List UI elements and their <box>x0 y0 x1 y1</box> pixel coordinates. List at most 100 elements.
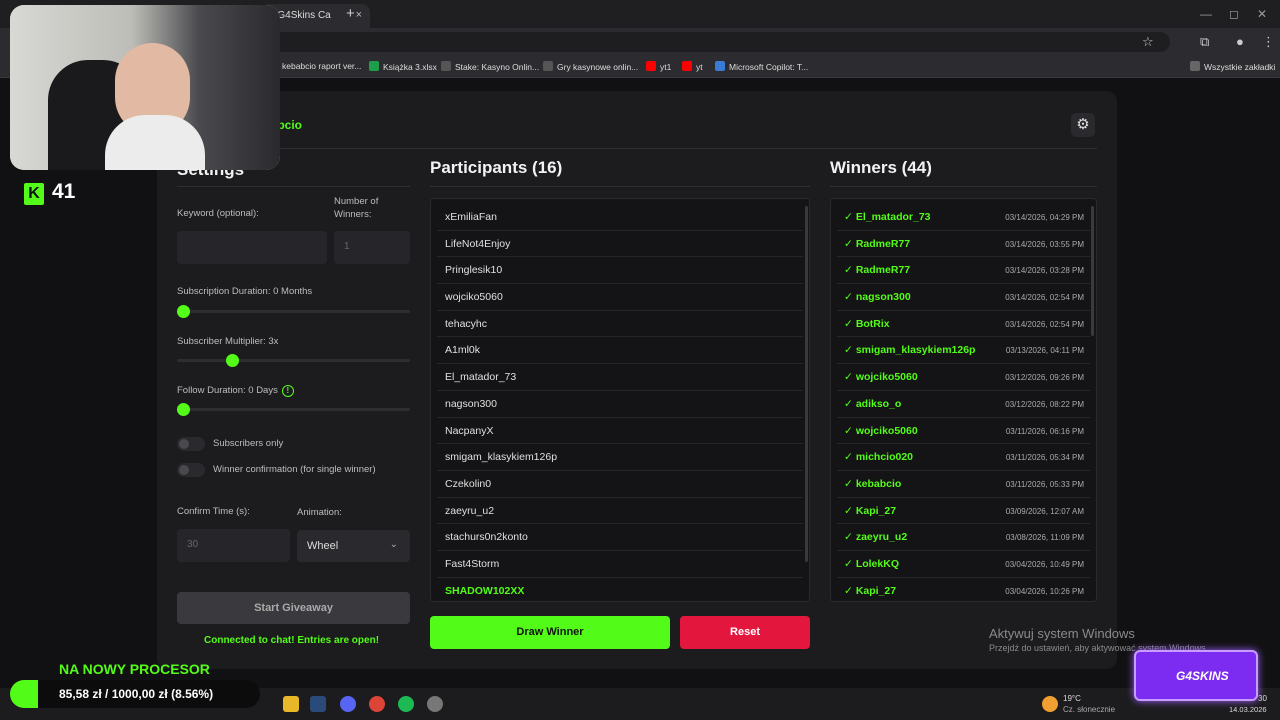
url-field[interactable] <box>270 32 1170 52</box>
winner-row: ✓ RadmeR77 03/14/2026, 03:28 PM <box>837 257 1090 285</box>
winners-scrollbar[interactable] <box>1091 206 1094 336</box>
close-window-icon[interactable]: ✕ <box>1257 7 1267 21</box>
keyword-input[interactable] <box>177 231 327 264</box>
folder-icon <box>1190 61 1200 71</box>
follow-duration-slider[interactable] <box>177 408 410 411</box>
clock-date: 14.03.2026 <box>1229 705 1267 714</box>
obs-icon[interactable] <box>427 696 443 712</box>
winner-name: kebabcio <box>855 477 902 490</box>
maximize-icon[interactable]: ◻ <box>1229 7 1239 21</box>
subscribers-only-toggle[interactable] <box>177 437 205 451</box>
sub-duration-slider[interactable] <box>177 310 410 313</box>
check-icon: ✓ <box>844 557 853 570</box>
bookmark-item[interactable]: kebabcio raport ver... <box>282 61 361 71</box>
new-tab-button[interactable]: + <box>346 5 355 22</box>
bookmark-item[interactable]: yt1 <box>646 61 671 72</box>
winner-row: ✓ BotRix 03/14/2026, 02:54 PM <box>837 311 1090 338</box>
animation-select[interactable]: Wheel ⌄ <box>297 530 410 562</box>
winner-confirmation-toggle[interactable] <box>177 463 205 477</box>
winner-row: ✓ wojciko5060 03/12/2026, 09:26 PM <box>837 364 1090 391</box>
winner-date: 03/11/2026, 05:33 PM <box>1005 479 1084 489</box>
winner-row: ✓ smigam_klasykiem126p 03/13/2026, 04:11 P… <box>837 337 1090 365</box>
winner-name: Kapi_27 <box>855 584 897 597</box>
extensions-icon[interactable]: ⧉ <box>1200 34 1209 50</box>
winner-date: 03/08/2026, 11:09 PM <box>1005 533 1084 543</box>
menu-icon[interactable]: ⋮ <box>1262 34 1275 50</box>
winner-date: 03/04/2026, 10:49 PM <box>1005 559 1084 569</box>
winner-name: zaeyru_u2 <box>855 531 908 544</box>
bookmark-item[interactable]: Książka 3.xlsx <box>369 61 437 72</box>
check-icon: ✓ <box>844 264 853 277</box>
draw-winner-button[interactable]: Draw Winner <box>430 616 670 649</box>
winner-name: BotRix <box>855 317 890 330</box>
profile-avatar[interactable]: ● <box>1236 34 1244 49</box>
spotify-icon[interactable] <box>398 696 414 712</box>
info-icon[interactable]: ! <box>281 385 294 397</box>
all-bookmarks[interactable]: Wszystkie zakładki <box>1190 61 1275 72</box>
bookmark-item[interactable]: Stake: Kasyno Onlin... <box>441 61 539 72</box>
check-icon: ✓ <box>844 584 853 597</box>
activate-windows-title: Aktywuj system Windows <box>989 626 1135 641</box>
winners-count-input[interactable]: 1 <box>334 231 410 264</box>
winner-row: ✓ Kapi_27 03/04/2026, 10:26 PM <box>837 578 1090 601</box>
participants-list[interactable]: xEmiliaFan LifeNot4Enjoy Pringlesik10 wojci… <box>430 198 810 602</box>
multiplier-label: Subscriber Multiplier: 3x <box>177 336 279 347</box>
winner-name: RadmeR77 <box>855 237 911 250</box>
follow-duration-knob[interactable] <box>177 403 190 416</box>
winner-name: LolekKQ <box>855 557 899 570</box>
winner-row: ✓ nagson300 03/14/2026, 02:54 PM <box>837 284 1090 311</box>
multiplier-slider[interactable] <box>177 359 410 362</box>
check-icon: ✓ <box>844 397 853 410</box>
winners-count-label: Number of Winners: <box>334 196 379 220</box>
settings-gear-icon[interactable]: ⚙ <box>1071 113 1095 137</box>
sponsor-logo: G4SKINS <box>1134 650 1258 701</box>
winner-date: 03/14/2026, 03:28 PM <box>1005 266 1084 276</box>
participant-row: stachurs0n2konto <box>437 524 803 551</box>
connection-status: Connected to chat! Entries are open! <box>204 635 380 646</box>
excel-icon <box>369 61 379 71</box>
goal-title: NA NOWY PROCESOR <box>59 661 210 677</box>
winners-list[interactable]: ✓ El_matador_73 03/14/2026, 04:29 PM ✓ Radme… <box>830 198 1097 602</box>
star-icon[interactable]: ☆ <box>1142 34 1154 50</box>
participant-row: Fast4Storm <box>437 551 803 578</box>
start-giveaway-button[interactable]: Start Giveaway <box>177 592 410 624</box>
participants-scrollbar[interactable] <box>805 206 808 562</box>
participant-row: SHADOW102XX <box>437 578 803 601</box>
check-icon: ✓ <box>844 451 853 464</box>
minimize-icon[interactable]: — <box>1200 7 1212 21</box>
sub-duration-label: Subscription Duration: 0 Months <box>177 286 313 297</box>
winner-date: 03/11/2026, 05:34 PM <box>1005 453 1084 463</box>
file-explorer-icon[interactable] <box>283 696 299 712</box>
participant-row: wojciko5060 <box>437 284 803 311</box>
check-icon: ✓ <box>844 211 853 223</box>
participant-row: smigam_klasykiem126p <box>437 444 803 471</box>
kick-logo-icon: K <box>24 183 44 205</box>
winner-name: adikso_o <box>855 397 902 410</box>
winner-date: 03/12/2026, 09:26 PM <box>1005 373 1084 383</box>
check-icon: ✓ <box>844 237 853 250</box>
weather-temp: 19°C <box>1063 694 1081 703</box>
check-icon: ✓ <box>844 371 853 384</box>
bookmark-item[interactable]: yt <box>682 61 703 72</box>
bookmark-item[interactable]: Microsoft Copilot: T... <box>715 61 808 72</box>
winner-name: nagson300 <box>855 291 911 304</box>
sub-duration-knob[interactable] <box>177 305 190 318</box>
goal-progress-fill <box>10 680 38 708</box>
confirm-time-input[interactable]: 30 <box>177 529 290 562</box>
chrome-icon[interactable] <box>369 696 385 712</box>
steam-icon[interactable] <box>310 696 326 712</box>
youtube-icon <box>646 61 656 71</box>
header-divider <box>157 148 1097 149</box>
check-icon: ✓ <box>844 424 853 437</box>
webcam-overlay <box>10 5 280 170</box>
tab-close-icon[interactable]: × <box>356 9 362 21</box>
multiplier-knob[interactable] <box>226 354 239 367</box>
participant-row: nagson300 <box>437 391 803 418</box>
tab-title: | G4Skins Ca <box>272 10 331 21</box>
participants-divider <box>430 186 810 187</box>
bookmark-item[interactable]: Gry kasynowe onlin... <box>543 61 638 72</box>
winner-confirmation-label: Winner confirmation (for single winner) <box>213 464 376 475</box>
winner-row: ✓ zaeyru_u2 03/08/2026, 11:09 PM <box>837 524 1090 551</box>
reset-button[interactable]: Reset <box>680 616 810 649</box>
discord-icon[interactable] <box>340 696 356 712</box>
